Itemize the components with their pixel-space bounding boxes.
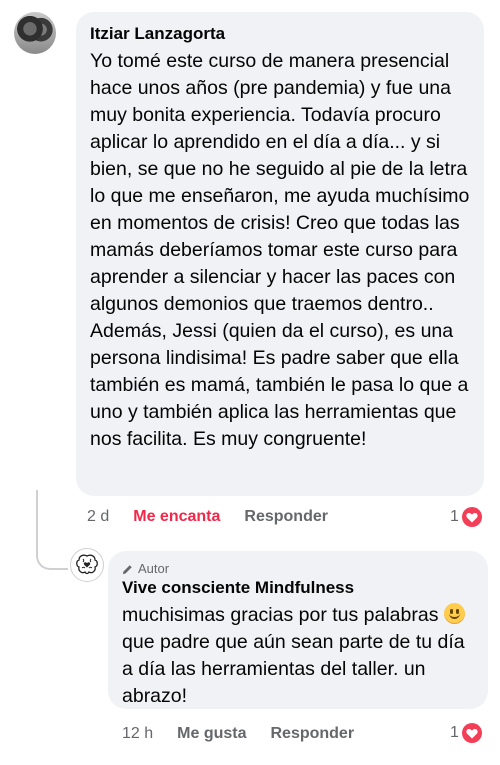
comment-timestamp[interactable]: 2 d — [87, 508, 109, 526]
brain-heart-logo-icon — [76, 554, 98, 575]
like-button[interactable]: Me gusta — [177, 725, 246, 743]
smiling-face-emoji-icon — [443, 603, 465, 624]
comment-reaction-summary[interactable]: 1 — [450, 507, 482, 527]
commenter-name[interactable]: Itziar Lanzagorta — [90, 24, 470, 44]
comment-bubble: Itziar Lanzagorta Yo tomé este curso de … — [76, 12, 484, 496]
reply-bubble: Autor Vive consciente Mindfulness muchis… — [108, 551, 488, 709]
reply-text-part-1: muchisimas gracias por tus palabras — [122, 604, 439, 626]
author-badge-label: Autor — [138, 561, 170, 576]
reply-reaction-count: 1 — [450, 724, 459, 741]
replier-name[interactable]: Vive consciente Mindfulness — [122, 578, 474, 598]
reply-timestamp[interactable]: 12 h — [122, 725, 153, 743]
comment-text: Yo tomé este curso de manera presencial … — [90, 50, 470, 450]
page-avatar[interactable] — [70, 548, 104, 582]
reply-text-part-2: que padre que aún sean parte de tu día a… — [122, 631, 465, 707]
pencil-icon — [122, 564, 132, 574]
reply-actions: 12 h Me gusta Responder — [122, 725, 354, 743]
heart-icon — [461, 723, 482, 743]
reply-reply-button[interactable]: Responder — [270, 725, 354, 743]
reply-text: muchisimas gracias por tus palabras que … — [122, 602, 474, 710]
commenter-avatar[interactable] — [14, 12, 56, 54]
love-reaction-button[interactable]: Me encanta — [133, 508, 220, 526]
reply-reaction-summary[interactable]: 1 — [450, 723, 482, 743]
heart-icon — [461, 507, 482, 527]
author-badge: Autor — [122, 560, 474, 578]
thread-connector — [36, 490, 68, 570]
reaction-count: 1 — [450, 508, 459, 525]
reply-button[interactable]: Responder — [244, 508, 328, 526]
comment-actions: 2 d Me encanta Responder — [87, 508, 328, 526]
